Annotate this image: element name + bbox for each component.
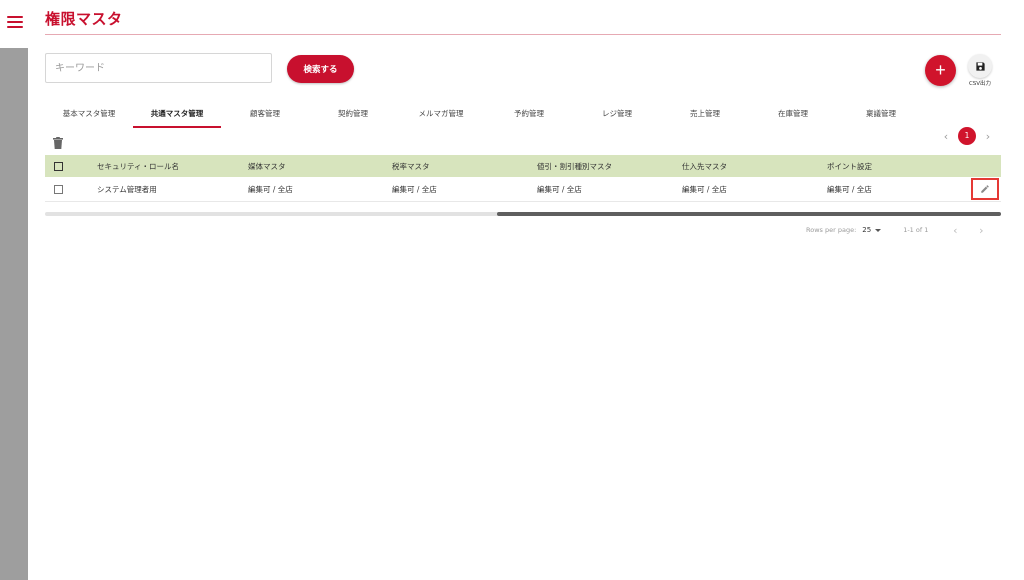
column-header[interactable]: セキュリティ・ロール名 bbox=[97, 161, 179, 172]
csv-export-label: CSV出力 bbox=[968, 81, 992, 87]
rows-per-page-select[interactable]: 25 bbox=[862, 226, 882, 234]
next-page-icon[interactable]: › bbox=[982, 130, 994, 143]
page-title: 権限マスタ bbox=[45, 10, 123, 28]
left-rail bbox=[0, 0, 28, 580]
tab-mail-magazine[interactable]: メルマガ管理 bbox=[397, 100, 485, 128]
select-all-checkbox[interactable] bbox=[54, 161, 63, 171]
tab-common-master[interactable]: 共通マスタ管理 bbox=[133, 100, 221, 128]
tab-basic-master[interactable]: 基本マスタ管理 bbox=[45, 100, 133, 128]
table-header: セキュリティ・ロール名 媒体マスタ 税率マスタ 値引・割引種別マスタ 仕入先マス… bbox=[45, 155, 1001, 177]
edit-button[interactable] bbox=[971, 178, 999, 200]
add-button[interactable]: + bbox=[925, 55, 956, 86]
column-header[interactable]: 税率マスタ bbox=[392, 161, 430, 172]
dropdown-arrow-icon bbox=[875, 228, 882, 232]
table-cell: 編集可 / 全店 bbox=[537, 184, 582, 194]
search-button[interactable]: 検索する bbox=[287, 55, 354, 83]
keyword-search-input[interactable] bbox=[45, 53, 272, 83]
table-row[interactable]: システム管理者用 編集可 / 全店 編集可 / 全店 編集可 / 全店 編集可 … bbox=[45, 177, 1001, 202]
tab-customer[interactable]: 顧客管理 bbox=[221, 100, 309, 128]
page-range: 1-1 of 1 bbox=[903, 226, 929, 234]
column-header[interactable]: 値引・割引種別マスタ bbox=[537, 161, 612, 172]
prev-page-icon[interactable]: ‹ bbox=[950, 224, 960, 237]
page-1-button[interactable]: 1 bbox=[958, 127, 976, 145]
column-header[interactable]: 媒体マスタ bbox=[248, 161, 286, 172]
side-panel bbox=[0, 48, 28, 580]
rows-per-page-label: Rows per page: bbox=[806, 226, 857, 234]
tab-inventory[interactable]: 在庫管理 bbox=[749, 100, 837, 128]
tab-reservation[interactable]: 予約管理 bbox=[485, 100, 573, 128]
tab-approval[interactable]: 稟議管理 bbox=[837, 100, 925, 128]
prev-page-icon[interactable]: ‹ bbox=[940, 130, 952, 143]
title-divider bbox=[45, 34, 1001, 35]
table-cell: 編集可 / 全店 bbox=[248, 184, 293, 194]
pencil-icon bbox=[981, 185, 989, 193]
table-cell: システム管理者用 bbox=[97, 184, 157, 194]
next-page-icon[interactable]: › bbox=[976, 224, 986, 237]
delete-icon[interactable] bbox=[53, 134, 63, 149]
tab-register[interactable]: レジ管理 bbox=[573, 100, 661, 128]
row-checkbox[interactable] bbox=[54, 184, 63, 194]
tab-contract[interactable]: 契約管理 bbox=[309, 100, 397, 128]
horizontal-scrollbar[interactable] bbox=[45, 212, 1001, 216]
table-cell: 編集可 / 全店 bbox=[827, 184, 872, 194]
csv-export-button[interactable]: CSV出力 bbox=[967, 54, 993, 87]
tab-sales[interactable]: 売上管理 bbox=[661, 100, 749, 128]
scrollbar-thumb[interactable] bbox=[497, 212, 1001, 216]
table-cell: 編集可 / 全店 bbox=[682, 184, 727, 194]
menu-icon[interactable] bbox=[7, 16, 23, 28]
table-footer: Rows per page: 25 1-1 of 1 ‹ › bbox=[806, 223, 986, 237]
role-table: セキュリティ・ロール名 媒体マスタ 税率マスタ 値引・割引種別マスタ 仕入先マス… bbox=[45, 155, 1001, 202]
save-icon bbox=[968, 54, 992, 78]
top-pagination: ‹ 1 › bbox=[940, 126, 994, 146]
module-tabs: 基本マスタ管理 共通マスタ管理 顧客管理 契約管理 メルマガ管理 予約管理 レジ… bbox=[45, 100, 945, 128]
column-header[interactable]: ポイント設定 bbox=[827, 161, 872, 172]
rows-per-page-value: 25 bbox=[862, 226, 872, 234]
table-cell: 編集可 / 全店 bbox=[392, 184, 437, 194]
column-header[interactable]: 仕入先マスタ bbox=[682, 161, 727, 172]
